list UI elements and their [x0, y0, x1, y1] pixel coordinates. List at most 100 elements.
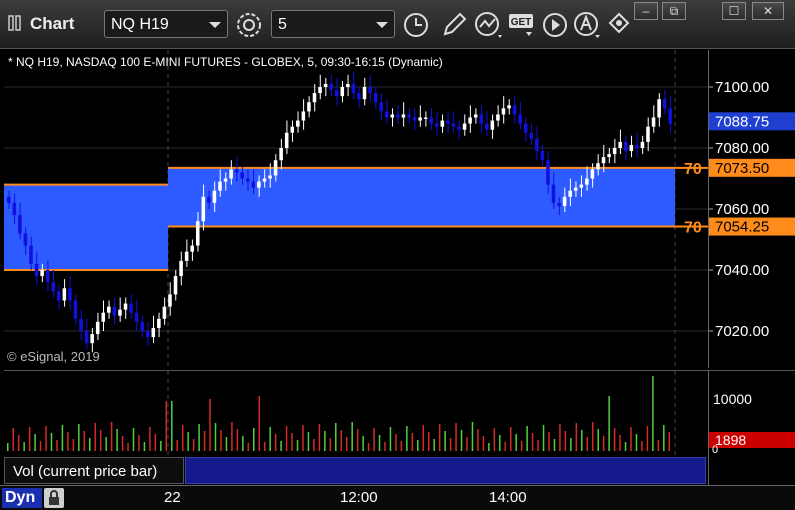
volume-bar [23, 442, 25, 451]
price-tick-label: 7060.00 [715, 201, 769, 218]
volume-bar [192, 439, 195, 451]
maximize-button[interactable]: ☐ [722, 2, 746, 20]
candle-body [407, 114, 411, 118]
volume-bar [99, 430, 102, 451]
candle-body [446, 120, 450, 124]
candle-body [218, 181, 222, 191]
pencil-icon[interactable] [440, 11, 468, 39]
volume-bar [56, 440, 58, 451]
candle-body [240, 172, 245, 179]
price-tick-label: 7020.00 [715, 323, 769, 340]
symbol-value: NQ H19 [111, 16, 169, 33]
interval-selector[interactable]: 5 [271, 10, 395, 38]
volume-bar [493, 428, 496, 451]
candle-body [562, 196, 567, 206]
candle-body [618, 141, 622, 148]
lock-icon[interactable] [44, 488, 64, 508]
volume-bar [83, 431, 86, 451]
volume-bar [504, 442, 507, 451]
price-pane[interactable]: 70 70 * NQ H19, NASDAQ 100 E-MINI FUTURES… [4, 50, 708, 368]
candle-body [379, 102, 383, 112]
volume-bar [389, 427, 392, 451]
candle-body [640, 141, 645, 148]
candle-body [157, 318, 161, 328]
volume-bar [345, 437, 348, 451]
volume-bar [274, 434, 277, 451]
candle-body [107, 306, 111, 313]
candle-body [95, 321, 100, 335]
play-icon[interactable] [541, 11, 569, 39]
link-icon[interactable] [606, 11, 632, 39]
close-button[interactable]: ✕ [752, 2, 784, 20]
candle-body [490, 120, 495, 130]
candle-body [129, 303, 133, 313]
get-data-icon[interactable]: GET [508, 12, 536, 38]
zone-price-label: 7073.50 [715, 160, 769, 177]
candle-body [68, 288, 72, 301]
candle-body [579, 184, 584, 188]
volume-bar [635, 434, 638, 451]
chevron-down-icon[interactable] [209, 22, 221, 28]
price-chart[interactable]: 70 70 [4, 50, 708, 368]
candle-body [384, 111, 389, 118]
candle-body [101, 312, 106, 322]
volume-bar [422, 425, 425, 451]
volume-bar [570, 438, 572, 451]
volume-axis: 10000 1898 0 [708, 370, 795, 486]
volume-bar [17, 435, 20, 451]
chart-style-icon[interactable] [474, 11, 504, 39]
volume-legend: Vol (current price bar) × [4, 457, 195, 484]
volume-bar [427, 432, 430, 451]
volume-bar [110, 422, 113, 451]
volume-bar [559, 424, 561, 451]
volume-bar [553, 439, 556, 451]
volume-pane[interactable]: Vol (current price bar) × [4, 370, 708, 486]
volume-bar [395, 434, 397, 451]
candle-body [73, 300, 78, 319]
volume-bar [400, 441, 403, 451]
volume-bar [537, 440, 539, 451]
volume-bar [438, 424, 441, 451]
volume-zero-label: 0 [712, 444, 719, 456]
mode-label[interactable]: Dyn [2, 488, 42, 508]
volume-bar [630, 427, 632, 451]
candle-body [535, 138, 539, 152]
volume-bar [652, 376, 654, 451]
candle-body [223, 178, 228, 182]
candle-body [190, 245, 194, 252]
volume-bar [160, 441, 162, 451]
minimize-button[interactable]: – [634, 2, 658, 20]
volume-bar [296, 440, 299, 451]
chevron-down-icon[interactable] [376, 22, 388, 28]
volume-bar [127, 443, 129, 451]
alert-icon[interactable] [573, 11, 603, 39]
candle-body [134, 312, 139, 322]
current-price-label: 7088.75 [715, 113, 769, 130]
restore-button[interactable]: ⧉ [662, 2, 686, 20]
volume-bar [378, 435, 381, 451]
volume-bar [499, 435, 501, 451]
candle-body [262, 178, 267, 182]
candle-body [523, 123, 528, 133]
candle-body [312, 93, 317, 103]
volume-bar [482, 436, 485, 451]
volume-bar [663, 425, 665, 451]
candle-body [646, 126, 650, 142]
volume-bar [307, 432, 310, 451]
settings-icon[interactable] [234, 11, 264, 39]
volume-bar [477, 429, 479, 451]
candle-body [184, 251, 189, 261]
candle-body [23, 233, 28, 246]
chart-app-icon [8, 14, 22, 32]
candle-body [112, 306, 117, 316]
symbol-selector[interactable]: NQ H19 [104, 10, 228, 38]
price-axis[interactable]: 7100.00 7080.00 7060.00 7040.00 7020.00 7088.… [708, 50, 795, 368]
volume-bar [586, 437, 589, 451]
time-axis[interactable]: Dyn 22 12:00 14:00 [0, 485, 795, 510]
candle-body [623, 141, 628, 152]
clock-icon[interactable] [402, 11, 432, 39]
volume-legend-label: Vol (current price bar) [13, 463, 158, 480]
candle-body [518, 114, 522, 124]
volume-bar [116, 429, 118, 451]
volume-bar [526, 426, 528, 451]
